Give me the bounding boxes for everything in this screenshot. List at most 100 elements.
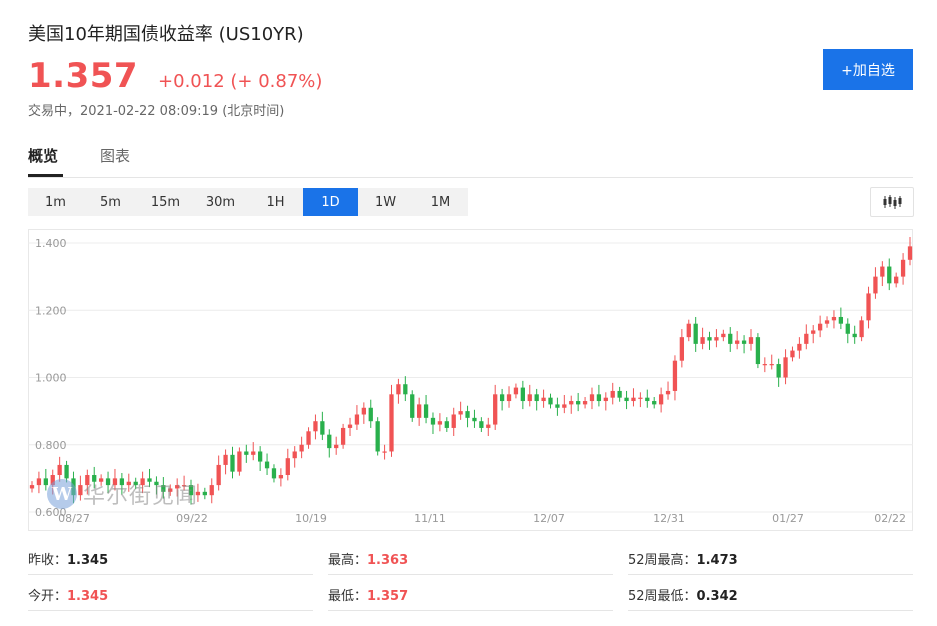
period-1w[interactable]: 1W (358, 188, 413, 216)
stat-item: 昨收：1.345 (28, 549, 108, 568)
candle-body (244, 451, 248, 454)
candle-body (521, 388, 525, 401)
stat-label: 昨收： (28, 553, 67, 568)
x-tick-label: 02/22 (874, 512, 906, 525)
candle-body (617, 391, 621, 398)
x-tick-label: 11/11 (414, 512, 446, 525)
candle-body (403, 384, 407, 394)
add-watchlist-button[interactable]: +加自选 (823, 49, 913, 90)
candle-body (555, 404, 559, 407)
candle-body (707, 337, 711, 340)
candle-body (279, 475, 283, 478)
candle-body (217, 465, 221, 485)
period-1h[interactable]: 1H (248, 188, 303, 216)
candle-body (299, 445, 303, 452)
y-tick-label: 1.200 (35, 304, 67, 317)
candle-body (569, 401, 573, 404)
candle-body (58, 465, 62, 475)
candle-body (507, 394, 511, 401)
candle-body (251, 451, 255, 454)
candle-body (880, 267, 884, 277)
candle-body (728, 334, 732, 344)
y-tick-label: 1.000 (35, 372, 67, 385)
candle-body (389, 394, 393, 451)
tab-overview[interactable]: 概览 (28, 145, 58, 166)
candle-body (839, 317, 843, 324)
period-15m[interactable]: 15m (138, 188, 193, 216)
candle-body (265, 462, 269, 469)
candle-body (541, 398, 545, 401)
candle-body (493, 394, 497, 424)
stat-divider (628, 610, 913, 611)
candle-body (887, 267, 891, 284)
stat-value: 0.342 (697, 589, 738, 604)
candle-body (334, 445, 338, 448)
candle-body (106, 478, 110, 485)
candle-body (196, 492, 200, 495)
stat-divider (28, 610, 313, 611)
y-tick-label: 0.800 (35, 439, 67, 452)
candle-body (749, 337, 753, 344)
candle-body (113, 478, 117, 485)
period-1mo[interactable]: 1M (413, 188, 468, 216)
stat-divider (328, 610, 613, 611)
candle-body (376, 421, 380, 451)
candle-body (853, 334, 857, 337)
candle-body (355, 414, 359, 424)
stat-value: 1.363 (367, 553, 408, 568)
candle-body (783, 357, 787, 377)
candle-body (846, 324, 850, 334)
candle-body (120, 478, 124, 485)
candle-body (770, 364, 774, 365)
candle-body (673, 361, 677, 391)
candle-body (866, 293, 870, 320)
candle-body (576, 401, 580, 404)
stat-item: 52周最高：1.473 (628, 549, 738, 568)
x-tick-label: 12/07 (533, 512, 565, 525)
candle-body (286, 458, 290, 475)
stat-value: 1.345 (67, 553, 108, 568)
trading-status: 交易中，2021-02-22 08:09:19 (北京时间) (28, 100, 284, 119)
candle-body (410, 394, 414, 418)
period-1d[interactable]: 1D (303, 188, 358, 216)
stat-item: 52周最低：0.342 (628, 585, 738, 604)
candle-body (210, 485, 214, 495)
x-tick-label: 08/27 (58, 512, 90, 525)
candle-body (721, 334, 725, 337)
candle-body (548, 398, 552, 405)
candle-body (182, 485, 186, 486)
candle-body (604, 398, 608, 401)
period-30m[interactable]: 30m (193, 188, 248, 216)
candle-body (140, 478, 144, 485)
y-tick-label: 1.400 (35, 237, 67, 250)
stat-item: 最高：1.363 (328, 549, 408, 568)
candle-body (500, 394, 504, 401)
x-tick-label: 12/31 (653, 512, 685, 525)
stat-item: 最低：1.357 (328, 585, 408, 604)
candle-body (438, 421, 442, 424)
stat-divider (628, 574, 913, 575)
candle-body (687, 324, 691, 337)
candle-body (452, 414, 456, 427)
candle-body (756, 337, 760, 364)
candle-body (714, 337, 718, 340)
chart-type-toggle[interactable] (870, 187, 914, 217)
candle-body (700, 337, 704, 344)
price-row: 1.357 +0.012 (+ 0.87%) (28, 56, 322, 96)
period-1m[interactable]: 1m (28, 188, 83, 216)
candle-body (237, 451, 241, 471)
tab-chart[interactable]: 图表 (100, 145, 130, 166)
candle-body (583, 401, 587, 404)
stat-label: 52周最高： (628, 553, 697, 568)
candle-body (154, 482, 158, 485)
stat-label: 最高： (328, 553, 367, 568)
candle-body (894, 277, 898, 284)
candle-body (51, 475, 55, 485)
candlestick-chart[interactable]: 1.4001.2001.0000.8000.600 08/2709/2210/1… (28, 229, 913, 531)
stat-divider (328, 574, 613, 575)
x-tick-label: 10/19 (295, 512, 327, 525)
period-5m[interactable]: 5m (83, 188, 138, 216)
candle-body (590, 394, 594, 401)
stat-label: 最低： (328, 589, 367, 604)
candle-body (37, 478, 41, 485)
